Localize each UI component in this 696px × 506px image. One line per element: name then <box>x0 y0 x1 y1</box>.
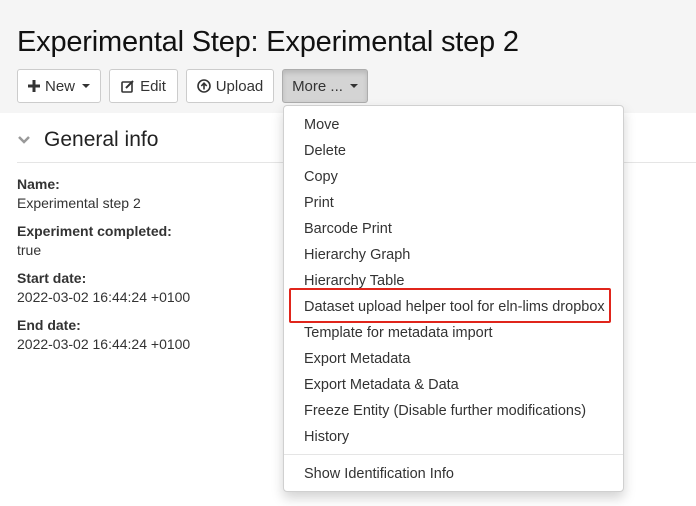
field-label-name: Name: <box>17 176 60 192</box>
menu-item-barcode-print[interactable]: Barcode Print <box>284 216 623 242</box>
upload-button[interactable]: Upload <box>186 69 274 103</box>
plus-icon <box>27 80 40 92</box>
field-value-experiment-completed: true <box>17 242 42 258</box>
upload-button-label: Upload <box>215 77 264 95</box>
general-info-fields: Name: Experimental step 2 Experiment com… <box>17 175 277 363</box>
caret-down-icon <box>82 84 90 88</box>
menu-item-export-metadata[interactable]: Export Metadata <box>284 346 623 372</box>
menu-item-show-identification-info[interactable]: Show Identification Info <box>284 461 623 487</box>
menu-item-move[interactable]: Move <box>284 112 623 138</box>
chevron-down-icon <box>17 133 31 147</box>
menu-item-copy[interactable]: Copy <box>284 164 623 190</box>
more-button[interactable]: More ... <box>282 69 368 103</box>
field-value-name: Experimental step 2 <box>17 195 141 211</box>
menu-item-print[interactable]: Print <box>284 190 623 216</box>
highlight-annotation-box <box>289 288 611 323</box>
menu-divider <box>284 454 623 455</box>
field-label-end-date: End date: <box>17 317 81 333</box>
menu-item-freeze-entity[interactable]: Freeze Entity (Disable further modificat… <box>284 398 623 424</box>
new-button[interactable]: New <box>17 69 101 103</box>
menu-item-export-metadata-data[interactable]: Export Metadata & Data <box>284 372 623 398</box>
field-value-end-date: 2022-03-02 16:44:24 +0100 <box>17 336 191 352</box>
menu-item-hierarchy-graph[interactable]: Hierarchy Graph <box>284 242 623 268</box>
field-value-start-date: 2022-03-02 16:44:24 +0100 <box>17 289 191 305</box>
section-title: General info <box>44 128 159 151</box>
section-header-general-info[interactable]: General info <box>17 128 158 152</box>
field-label-experiment-completed: Experiment completed: <box>17 223 172 239</box>
caret-down-icon <box>349 84 358 88</box>
upload-icon <box>196 79 211 93</box>
page-title: Experimental Step: Experimental step 2 <box>17 26 519 58</box>
menu-item-delete[interactable]: Delete <box>284 138 623 164</box>
new-button-label: New <box>44 77 75 95</box>
menu-item-history[interactable]: History <box>284 424 623 450</box>
field-label-start-date: Start date: <box>17 270 87 286</box>
edit-button[interactable]: Edit <box>109 69 178 103</box>
edit-icon <box>121 79 135 93</box>
menu-item-template-metadata-import[interactable]: Template for metadata import <box>284 320 623 346</box>
more-button-label: More ... <box>292 77 343 95</box>
edit-button-label: Edit <box>140 77 166 95</box>
